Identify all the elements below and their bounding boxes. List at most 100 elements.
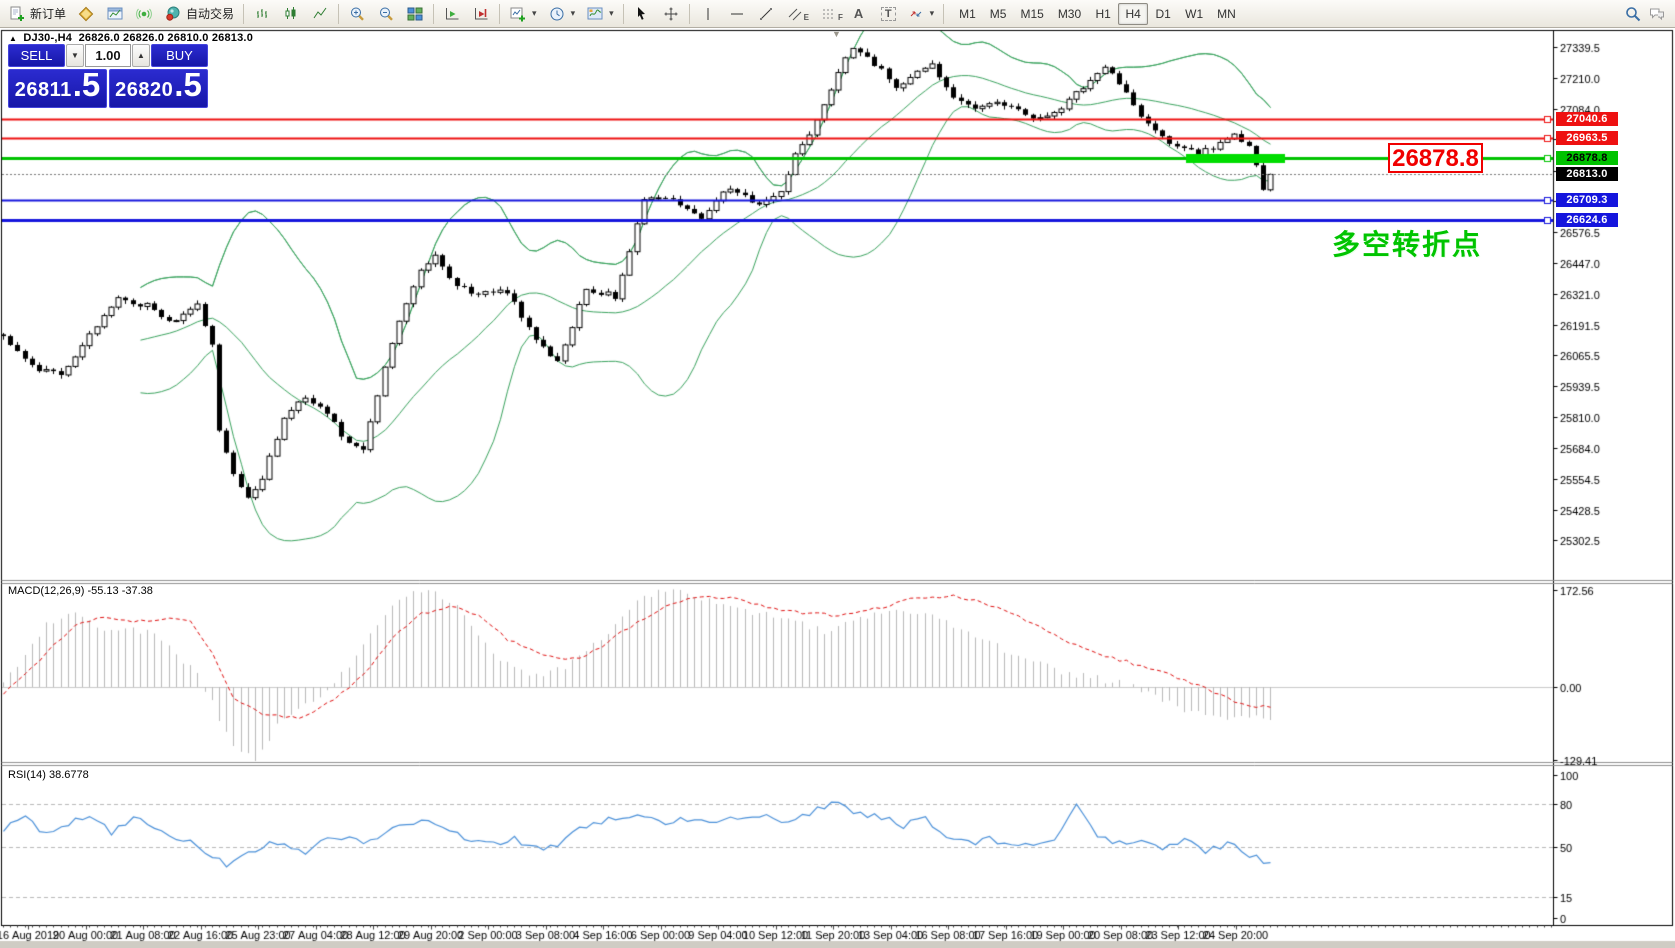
vertical-line-button[interactable]	[694, 2, 722, 26]
text-label-button[interactable]: T	[876, 2, 901, 26]
zoom-out-icon	[377, 5, 395, 23]
separator	[243, 4, 244, 24]
price-tag: 26624.6	[1556, 213, 1618, 227]
horizontal-line-button[interactable]	[723, 2, 751, 26]
dropdown-arrow-icon: ▾	[532, 8, 537, 19]
zoom-out-button[interactable]	[372, 2, 400, 26]
timeframe-group: M1M5M15M30H1H4D1W1MN	[952, 3, 1243, 25]
price-tag: 26709.3	[1556, 193, 1618, 207]
sell-label: SELL	[8, 44, 65, 67]
add-indicator-icon	[509, 5, 527, 23]
autotrading-icon	[164, 5, 182, 23]
text-button[interactable]: A	[849, 2, 875, 26]
arrows-button[interactable]: ▾	[902, 2, 940, 26]
tile-windows-button[interactable]	[401, 2, 429, 26]
timeframe-button-d1[interactable]: D1	[1148, 3, 1178, 25]
channel-letter: E	[804, 13, 809, 22]
vertical-line-icon	[699, 5, 717, 23]
candlestick-chart-button[interactable]	[277, 2, 305, 26]
turning-point-annotation[interactable]: 多空转折点	[1332, 223, 1482, 263]
bar-chart-button[interactable]	[248, 2, 276, 26]
line-chart-button[interactable]	[306, 2, 334, 26]
line-chart-icon	[311, 5, 329, 23]
clock-icon	[548, 5, 566, 23]
separator	[689, 4, 690, 24]
chart-symbol-period: DJ30-,H4	[23, 32, 72, 44]
indicators-button[interactable]: ▾	[504, 2, 542, 26]
timeframe-button-m5[interactable]: M5	[983, 3, 1014, 25]
gold-diamond-icon	[77, 5, 95, 23]
buy-price-base: 26820	[115, 79, 173, 102]
timeframe-button-m15[interactable]: M15	[1013, 3, 1050, 25]
pane-resize-arrow-icon[interactable]: ▼	[832, 29, 841, 39]
zoom-in-button[interactable]	[343, 2, 371, 26]
signals-icon	[135, 5, 153, 23]
trendline-button[interactable]	[752, 2, 780, 26]
buy-price-big-digit: .5	[174, 70, 202, 100]
dropdown-arrow-icon: ▾	[571, 8, 576, 19]
chart-shift-button[interactable]	[467, 2, 495, 26]
new-order-button[interactable]: 新订单	[3, 2, 71, 26]
trendline-icon	[757, 5, 775, 23]
macd-indicator-label: MACD(12,26,9) -55.13 -37.38	[8, 585, 153, 597]
dropdown-arrow-icon: ▾	[609, 8, 614, 19]
candlestick-chart-icon	[282, 5, 300, 23]
quotes-button[interactable]	[72, 2, 100, 26]
volume-input[interactable]	[85, 44, 131, 67]
tile-windows-icon	[406, 5, 424, 23]
arrows-icon	[907, 5, 925, 23]
signals-button[interactable]	[130, 2, 158, 26]
separator	[623, 4, 624, 24]
price-tag: 27040.6	[1556, 112, 1618, 126]
fibonacci-button[interactable]: F	[815, 2, 848, 26]
collapse-triangle-icon[interactable]: ▲	[9, 34, 17, 43]
templates-button[interactable]: ▾	[581, 2, 619, 26]
timeframe-button-m1[interactable]: M1	[952, 3, 983, 25]
volume-decrease-button[interactable]: ▼	[66, 44, 84, 67]
separator	[943, 4, 944, 24]
new-chart-button[interactable]	[101, 2, 129, 26]
fibonacci-icon	[820, 5, 838, 23]
timeframe-button-mn[interactable]: MN	[1210, 3, 1243, 25]
one-click-trading-panel: SELL ▼ ▲ BUY 26811 .5 26820 .5	[8, 44, 208, 108]
new-order-icon	[8, 5, 26, 23]
sell-price-base: 26811	[15, 79, 72, 102]
timeframe-button-m30[interactable]: M30	[1051, 3, 1088, 25]
price-tag: 26963.5	[1556, 131, 1618, 145]
crosshair-icon	[662, 5, 680, 23]
fibo-letter: F	[838, 13, 843, 22]
buy-label: BUY	[151, 44, 208, 67]
auto-scroll-button[interactable]	[438, 2, 466, 26]
volume-increase-button[interactable]: ▲	[132, 44, 150, 67]
separator	[433, 4, 434, 24]
chart-window-icon	[106, 5, 124, 23]
chart-window: ▲ DJ30-,H4 26826.0 26826.0 26810.0 26813…	[0, 28, 1675, 948]
zoom-in-icon	[348, 5, 366, 23]
cursor-icon	[633, 5, 651, 23]
search-icon[interactable]	[1624, 5, 1642, 23]
timeframe-button-h4[interactable]: H4	[1118, 3, 1148, 25]
autotrading-button[interactable]: 自动交易	[159, 2, 239, 26]
bar-chart-icon	[253, 5, 271, 23]
chart-title: ▲ DJ30-,H4 26826.0 26826.0 26810.0 26813…	[9, 32, 253, 44]
sell-button[interactable]: 26811 .5	[8, 69, 107, 108]
equidistant-channel-button[interactable]: E	[781, 2, 814, 26]
price-callout-label[interactable]: 26878.8	[1388, 143, 1483, 173]
cursor-button[interactable]	[628, 2, 656, 26]
crosshair-button[interactable]	[657, 2, 685, 26]
timeframe-button-w1[interactable]: W1	[1178, 3, 1210, 25]
periods-button[interactable]: ▾	[543, 2, 581, 26]
chat-icon[interactable]	[1648, 5, 1666, 23]
autotrading-label: 自动交易	[186, 5, 234, 22]
chart-ohlc-values: 26826.0 26826.0 26810.0 26813.0	[79, 32, 253, 44]
sell-price-big-digit: .5	[73, 70, 101, 100]
separator	[499, 4, 500, 24]
timeframe-button-h1[interactable]: H1	[1088, 3, 1118, 25]
equidistant-channel-icon	[786, 5, 804, 23]
auto-scroll-icon	[443, 5, 461, 23]
new-order-label: 新订单	[30, 5, 66, 22]
text-icon: A	[854, 6, 870, 21]
rsi-indicator-label: RSI(14) 38.6778	[8, 769, 89, 781]
buy-button[interactable]: 26820 .5	[109, 69, 208, 108]
chart-shift-icon	[472, 5, 490, 23]
